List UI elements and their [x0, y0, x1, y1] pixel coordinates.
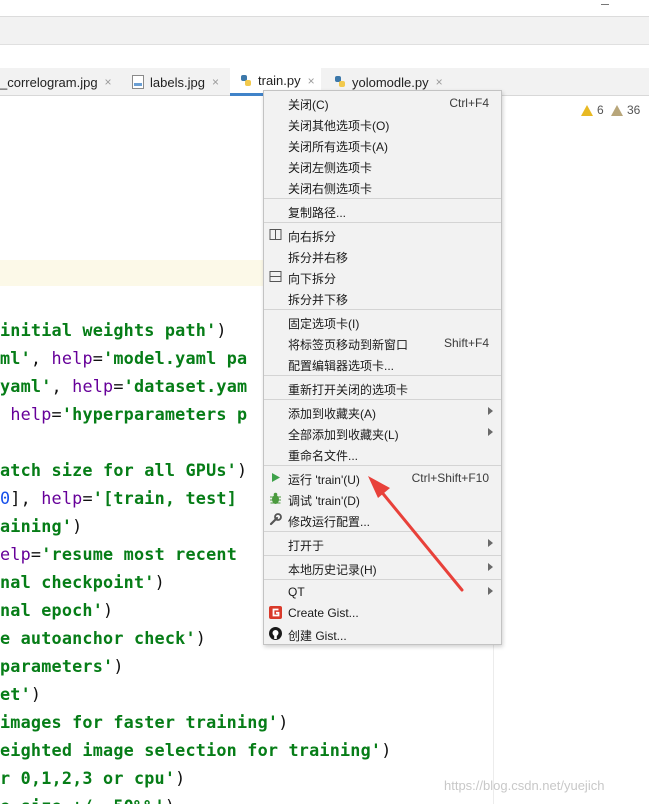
- python-file-icon: [241, 74, 251, 86]
- code-line: r 0,1,2,3 or cpu'): [0, 768, 186, 788]
- menu-separator: [264, 579, 501, 580]
- menu-item-close-right[interactable]: 关闭右侧选项卡: [264, 176, 501, 197]
- split-vertical-icon: [269, 229, 282, 240]
- menu-item-close-left[interactable]: 关闭左侧选项卡: [264, 155, 501, 176]
- code-line: 0], help='[train, test]: [0, 488, 238, 508]
- menu-item-close-others[interactable]: 关闭其他选项卡(O): [264, 113, 501, 134]
- menu-item-pin-tab[interactable]: 固定选项卡(I): [264, 311, 501, 332]
- image-file-icon: [132, 75, 144, 89]
- code-line: eighted image selection for training'): [0, 740, 392, 760]
- split-horizontal-icon: [269, 271, 282, 282]
- tab-label: labels.jpg: [150, 74, 205, 90]
- menu-separator: [264, 222, 501, 223]
- code-line: nal checkpoint'): [0, 572, 165, 592]
- close-icon[interactable]: ×: [308, 74, 315, 88]
- warning-icon: [581, 104, 593, 116]
- menu-item-debug-train[interactable]: 调试 'train'(D): [264, 488, 501, 509]
- submenu-arrow-icon: [488, 428, 493, 436]
- menu-item-split-down[interactable]: 向下拆分: [264, 266, 501, 287]
- tab-label: train.py: [258, 73, 301, 88]
- submenu-arrow-icon: [488, 563, 493, 571]
- menu-item-configure-tabs[interactable]: 配置编辑器选项卡...: [264, 353, 501, 374]
- window-title-bar: [0, 0, 649, 17]
- code-line: et'): [0, 684, 42, 704]
- main-toolbar: [0, 17, 649, 45]
- menu-separator: [264, 531, 501, 532]
- weak-warnings-indicator[interactable]: 36: [611, 103, 640, 117]
- tab-label: yolomodle.py: [352, 74, 429, 90]
- minimize-icon[interactable]: [601, 4, 609, 5]
- menu-separator: [264, 465, 501, 466]
- code-line: parameters'): [0, 656, 124, 676]
- menu-item-run-train[interactable]: 运行 'train'(U) Ctrl+Shift+F10: [264, 467, 501, 488]
- menu-item-close[interactable]: 关闭(C) Ctrl+F4: [264, 92, 501, 113]
- menu-item-qt[interactable]: QT: [264, 581, 501, 602]
- gist-icon: [269, 606, 282, 619]
- close-icon[interactable]: ×: [436, 75, 443, 89]
- menu-item-add-to-favorites[interactable]: 添加到收藏夹(A): [264, 401, 501, 422]
- menu-item-rename-file[interactable]: 重命名文件...: [264, 443, 501, 464]
- tab-labels[interactable]: labels.jpg ×: [132, 68, 219, 96]
- github-icon: [269, 627, 282, 640]
- code-line: images for faster training'): [0, 712, 289, 732]
- menu-item-split-right[interactable]: 向右拆分: [264, 224, 501, 245]
- submenu-arrow-icon: [488, 587, 493, 595]
- menu-item-create-gist[interactable]: Create Gist...: [264, 602, 501, 623]
- menu-separator: [264, 375, 501, 376]
- menu-item-add-all-to-favorites[interactable]: 全部添加到收藏夹(L): [264, 422, 501, 443]
- code-line: e size +/- 50%%'): [0, 796, 175, 804]
- code-line: help='hyperparameters p: [10, 404, 248, 424]
- watermark: https://blog.csdn.net/yuejich: [444, 778, 605, 793]
- menu-item-modify-run-config[interactable]: 修改运行配置...: [264, 509, 501, 530]
- python-file-icon: [335, 76, 345, 87]
- menu-item-local-history[interactable]: 本地历史记录(H): [264, 557, 501, 578]
- menu-separator: [264, 309, 501, 310]
- tab-correlogram[interactable]: _correlogram.jpg ×: [0, 68, 116, 96]
- code-line: nal epoch'): [0, 600, 114, 620]
- code-line: e autoanchor check'): [0, 628, 207, 648]
- menu-item-reopen-closed-tab[interactable]: 重新打开关闭的选项卡: [264, 377, 501, 398]
- menu-separator: [264, 198, 501, 199]
- warnings-indicator[interactable]: 6: [581, 103, 604, 117]
- menu-item-move-to-new-window[interactable]: 将标签页移动到新窗口 Shift+F4: [264, 332, 501, 353]
- run-icon: [272, 473, 280, 482]
- close-icon[interactable]: ×: [212, 75, 219, 89]
- debug-icon: [270, 492, 281, 504]
- code-line: initial weights path'): [0, 320, 227, 340]
- menu-separator: [264, 555, 501, 556]
- tab-context-menu: 关闭(C) Ctrl+F4 关闭其他选项卡(O) 关闭所有选项卡(A) 关闭左侧…: [263, 90, 502, 645]
- menu-item-create-gist-cn[interactable]: 创建 Gist...: [264, 623, 501, 644]
- menu-item-split-move-down[interactable]: 拆分并下移: [264, 287, 501, 308]
- code-line: elp='resume most recent: [0, 544, 237, 564]
- menu-separator: [264, 399, 501, 400]
- submenu-arrow-icon: [488, 539, 493, 547]
- close-icon[interactable]: ×: [105, 75, 112, 89]
- menu-item-close-all[interactable]: 关闭所有选项卡(A): [264, 134, 501, 155]
- code-line: ml', help='model.yaml pa: [0, 348, 248, 368]
- code-line: atch size for all GPUs'): [0, 460, 248, 480]
- code-line: yaml', help='dataset.yam: [0, 376, 248, 396]
- menu-item-copy-path[interactable]: 复制路径...: [264, 200, 501, 221]
- weak-warning-icon: [611, 104, 623, 116]
- menu-item-split-move-right[interactable]: 拆分并右移: [264, 245, 501, 266]
- wrench-icon: [269, 513, 282, 526]
- tab-label: _correlogram.jpg: [0, 74, 98, 90]
- code-line: aining'): [0, 516, 83, 536]
- menu-item-open-in[interactable]: 打开于: [264, 533, 501, 554]
- submenu-arrow-icon: [488, 407, 493, 415]
